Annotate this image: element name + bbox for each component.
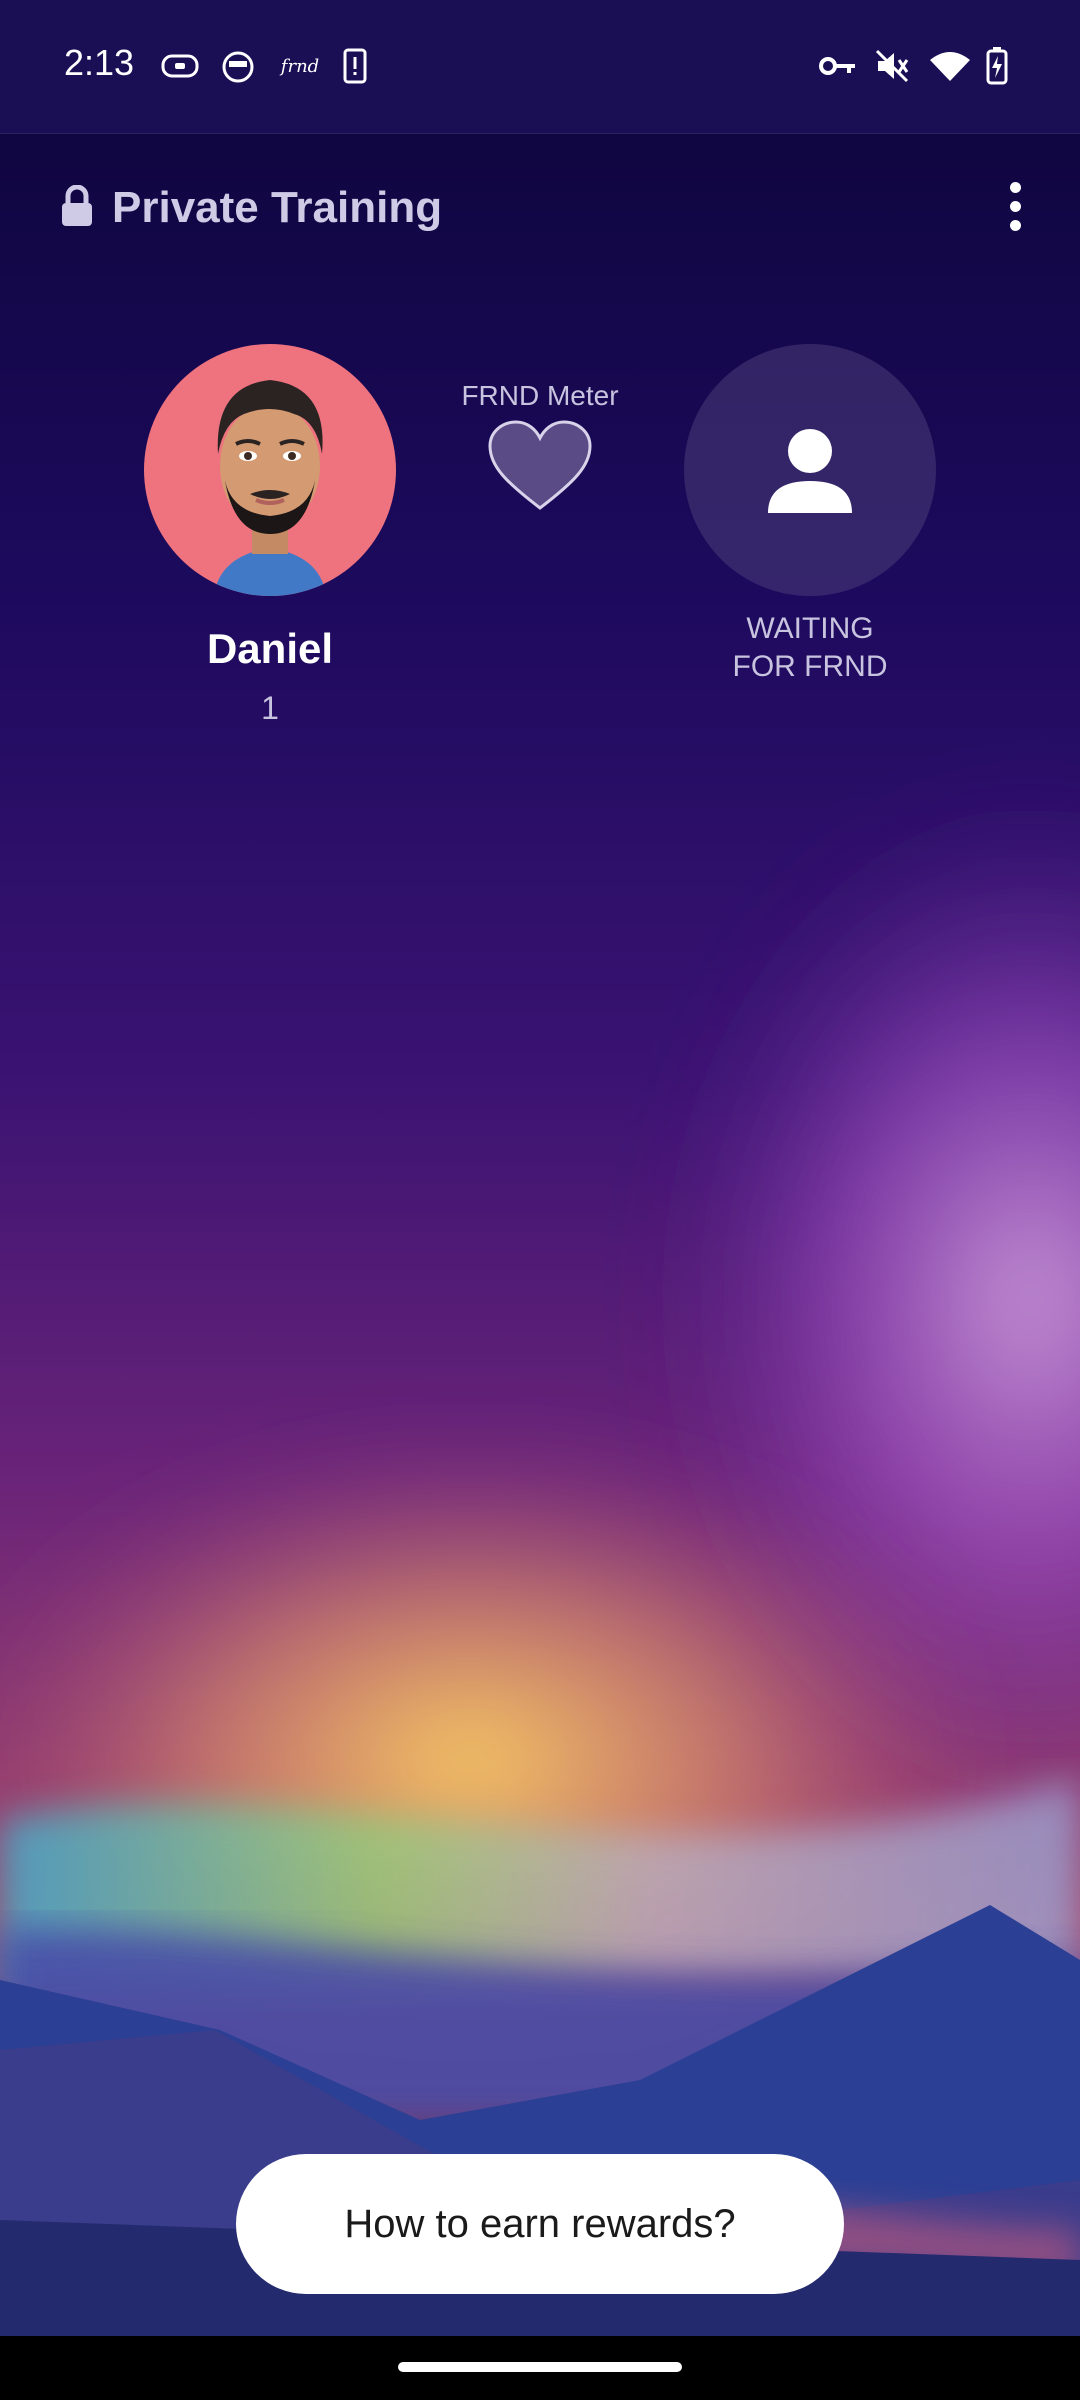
person-icon [768,429,852,513]
heart-icon [488,420,592,510]
battery-charging-icon [984,46,1010,86]
room-title: Private Training [60,178,442,238]
friend-avatar-placeholder [684,344,936,596]
cat-face-icon [220,46,256,86]
room-title-text: Private Training [112,183,443,232]
status-bar: 2:13 frnd [0,0,1080,134]
more-vert-icon[interactable] [990,176,1040,236]
phone-alert-icon [340,46,370,86]
game-controller-icon [160,46,200,86]
how-to-earn-rewards-button[interactable]: How to earn rewards? [236,2154,844,2294]
user-name: Daniel [206,625,334,672]
lock-icon [60,184,94,232]
my-avatar[interactable] [144,344,396,596]
home-gesture-handle[interactable] [398,2362,682,2372]
frnd-logo-icon: frnd [280,55,320,77]
waiting-for-frnd-text: WAITING FOR FRND [732,612,888,683]
avatar-illustration [214,380,326,596]
frnd-meter-label: FRND Meter [461,380,619,411]
user-level: 1 [261,690,279,726]
muted-icon [872,46,912,86]
status-time: 2:13 [64,42,135,83]
aurora-background [0,0,1080,2400]
vpn-key-icon [818,46,858,86]
wifi-icon [928,46,972,86]
